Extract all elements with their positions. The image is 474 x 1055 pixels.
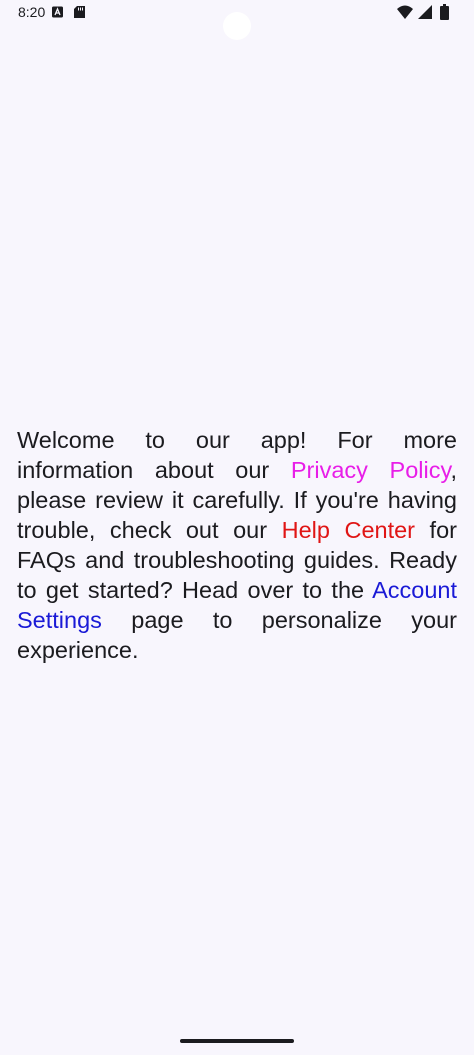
sd-card-icon (74, 6, 85, 18)
wifi-icon (397, 5, 413, 19)
welcome-paragraph: Welcome to our app! For more information… (17, 425, 457, 665)
camera-cutout (223, 12, 251, 40)
signal-icon (418, 5, 432, 19)
app-screen: 8:20 Welcome to our app! For more inform… (0, 0, 474, 1055)
battery-icon (440, 4, 449, 20)
help-center-link[interactable]: Help Center (282, 517, 415, 543)
notification-a-icon (52, 6, 63, 18)
home-indicator[interactable] (180, 1039, 294, 1043)
status-time: 8:20 (18, 4, 46, 20)
privacy-policy-link[interactable]: Privacy Policy (291, 457, 451, 483)
